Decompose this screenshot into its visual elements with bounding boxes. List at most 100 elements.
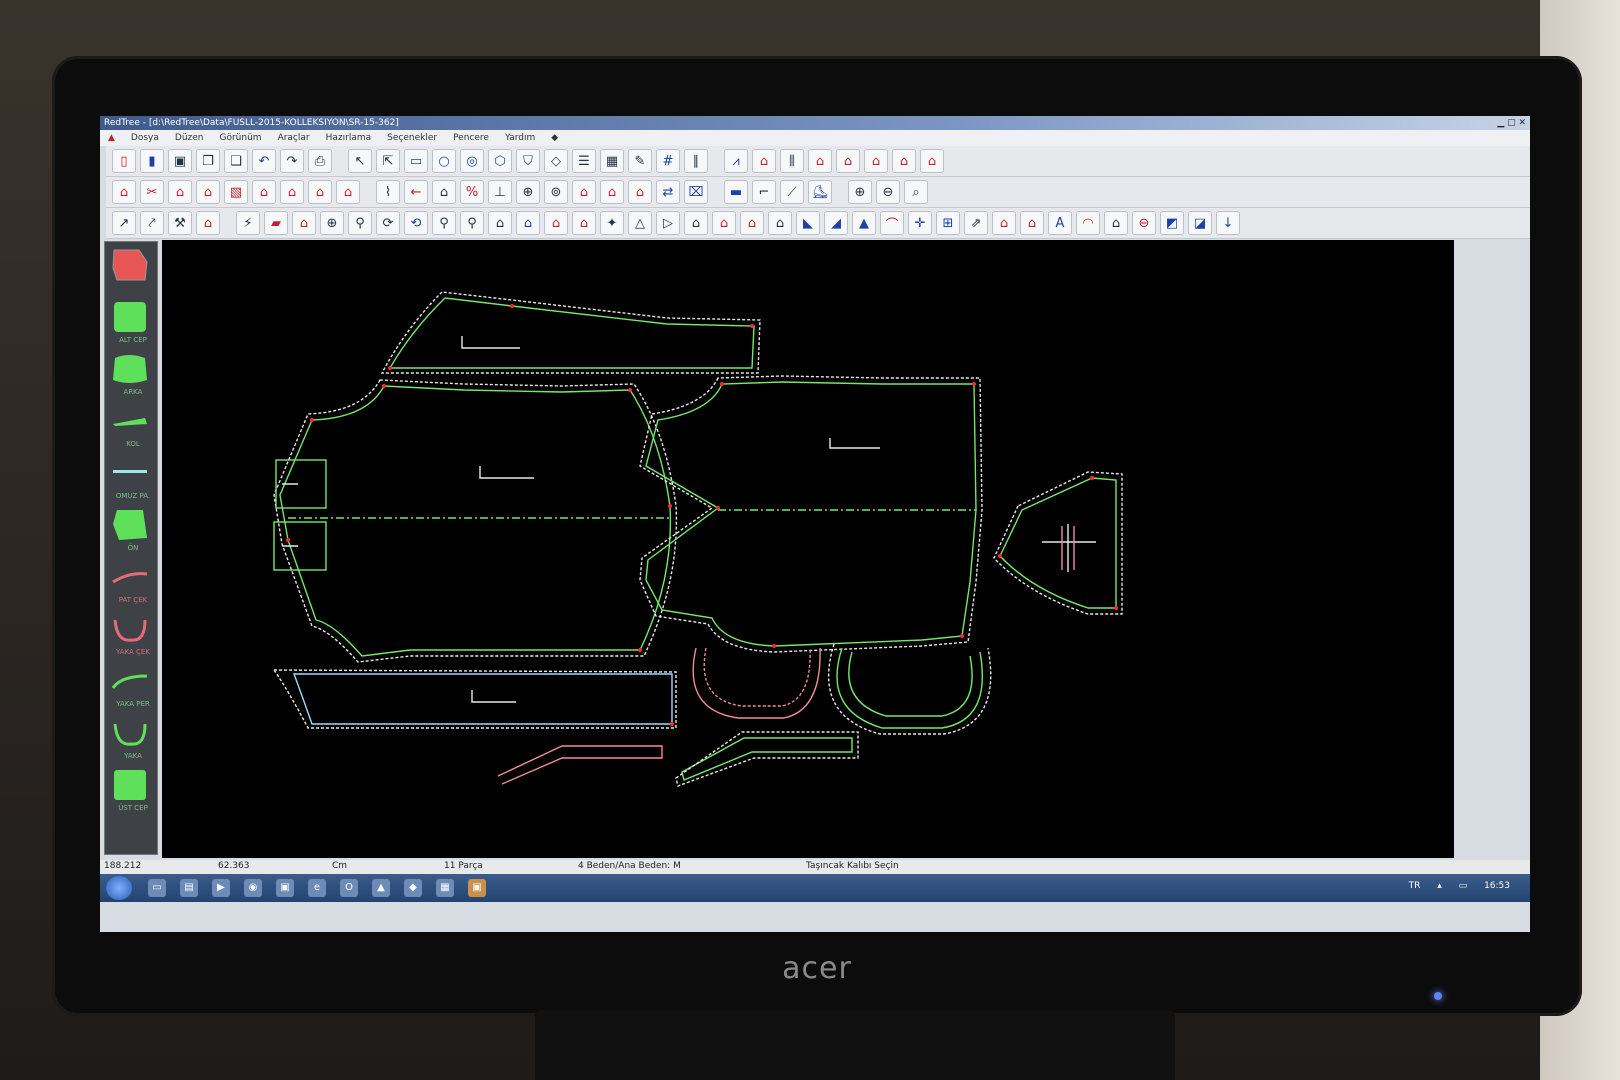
- pleat-icon[interactable]: ⫼: [780, 149, 804, 173]
- taskbar-cad-icon[interactable]: ◆: [404, 879, 422, 897]
- start-button[interactable]: [106, 876, 132, 900]
- zoom-in-icon[interactable]: ⊕: [848, 180, 872, 204]
- corner-icon[interactable]: ⌐: [752, 180, 776, 204]
- search-line-icon[interactable]: ⚲: [460, 211, 484, 235]
- menu-duzen[interactable]: Düzen: [175, 133, 204, 143]
- piece-item-yaka[interactable]: YAKA: [111, 716, 151, 760]
- curve-icon[interactable]: ⌒: [880, 211, 904, 235]
- piece-seam-icon[interactable]: ⌂: [196, 180, 220, 204]
- piece-item-pat-cek[interactable]: PAT ÇEK: [111, 560, 151, 604]
- play-icon[interactable]: ▷: [656, 211, 680, 235]
- move-left-icon[interactable]: ←: [404, 180, 428, 204]
- shirt-split-icon[interactable]: ⌂: [892, 149, 916, 173]
- shirt-add-icon[interactable]: ⌂: [864, 149, 888, 173]
- menu-pencere[interactable]: Pencere: [453, 133, 489, 143]
- tray-clock[interactable]: 16:53: [1484, 881, 1510, 891]
- mirror-icon[interactable]: ⩘: [724, 149, 748, 173]
- shirt-dart-icon[interactable]: ⌂: [740, 211, 764, 235]
- menu-hazirlama[interactable]: Hazırlama: [326, 133, 372, 143]
- shirt-check-icon[interactable]: ⌂: [920, 149, 944, 173]
- delete-piece-icon[interactable]: ⌧: [684, 180, 708, 204]
- export-icon[interactable]: ⇗: [964, 211, 988, 235]
- save-icon[interactable]: ▣: [168, 149, 192, 173]
- taskbar-explorer-icon[interactable]: ▭: [148, 879, 166, 897]
- pattern-piece-on[interactable]: [639, 375, 983, 653]
- pattern-piece-yaka[interactable]: [827, 643, 992, 735]
- circle-minus-icon[interactable]: ⊖: [1132, 211, 1156, 235]
- taskbar-doc-icon[interactable]: ▦: [436, 879, 454, 897]
- shirt-gray-icon[interactable]: ⌂: [768, 211, 792, 235]
- triangle-fill-icon[interactable]: ◣: [796, 211, 820, 235]
- taskbar-opera-icon[interactable]: O: [340, 879, 358, 897]
- piece-item-alt-cep[interactable]: ALT CEP: [111, 300, 151, 344]
- menu-yardim[interactable]: Yardım: [505, 133, 535, 143]
- piece-rotate-3-icon[interactable]: ⟲: [404, 211, 428, 235]
- zoom-fit-icon[interactable]: ⌕: [904, 180, 928, 204]
- pattern-piece-yaka-per[interactable]: [272, 669, 677, 729]
- pyramid-icon[interactable]: ▲: [852, 211, 876, 235]
- taskbar-active-icon[interactable]: ▣: [468, 879, 486, 897]
- piece-align-icon[interactable]: ⌂: [336, 180, 360, 204]
- search-point-icon[interactable]: ⚲: [432, 211, 456, 235]
- shirt-import-icon[interactable]: ⌂: [1020, 211, 1044, 235]
- piece-item-yaka-cek[interactable]: YAKA ÇEK: [111, 612, 151, 656]
- piece-notch-icon[interactable]: ⌂: [252, 180, 276, 204]
- window-controls[interactable]: ▁ ▢ ✕: [1497, 116, 1526, 130]
- magnet-icon[interactable]: ⚲: [348, 211, 372, 235]
- piece-item-omuz-pa[interactable]: OMUZ PA.: [111, 456, 151, 500]
- menu-dosya[interactable]: Dosya: [131, 133, 159, 143]
- slope-2-icon[interactable]: ◪: [1188, 211, 1212, 235]
- move-icon[interactable]: ✛: [908, 211, 932, 235]
- redo-icon[interactable]: ↷: [280, 149, 304, 173]
- hatch-icon[interactable]: ▧: [224, 180, 248, 204]
- undo-icon[interactable]: ↶: [252, 149, 276, 173]
- taskbar-chrome-icon[interactable]: ◉: [244, 879, 262, 897]
- print-icon[interactable]: ⎙: [308, 149, 332, 173]
- pattern-piece-omuz-pa[interactable]: [675, 731, 859, 787]
- text-icon[interactable]: A: [1048, 211, 1072, 235]
- pattern-piece-yaka-cek[interactable]: [692, 647, 821, 719]
- arc-icon[interactable]: ◠: [1076, 211, 1100, 235]
- shirt-eraser-icon[interactable]: ⌂: [292, 211, 316, 235]
- grid-icon[interactable]: #: [656, 149, 680, 173]
- table-icon[interactable]: ▦: [600, 149, 624, 173]
- shirt-line-icon[interactable]: ⌂: [600, 180, 624, 204]
- sparkle-icon[interactable]: ✦: [600, 211, 624, 235]
- taskbar-ie-icon[interactable]: e: [308, 879, 326, 897]
- distribute-icon[interactable]: ⊥: [488, 180, 512, 204]
- pattern-piece-ust-cep[interactable]: [993, 471, 1123, 615]
- select-arrow-icon[interactable]: ↖: [348, 149, 372, 173]
- wand-icon[interactable]: ⚡: [236, 211, 260, 235]
- eraser-icon[interactable]: ◆: [551, 133, 558, 143]
- swap-icon[interactable]: ⇄: [656, 180, 680, 204]
- shirt-grade-icon[interactable]: ⌂: [836, 149, 860, 173]
- select-point-icon[interactable]: ⇱: [376, 149, 400, 173]
- pattern-piece-pat-cek[interactable]: [497, 745, 663, 785]
- piece-item-yaka-per[interactable]: YAKA PER: [111, 664, 151, 708]
- plotter-icon[interactable]: ▬: [724, 180, 748, 204]
- shirt-icon[interactable]: ⌂: [752, 149, 776, 173]
- circle-icon[interactable]: ○: [432, 149, 456, 173]
- piece-cut-icon[interactable]: ✂: [140, 180, 164, 204]
- slope-icon[interactable]: ◩: [1160, 211, 1184, 235]
- piece-split-icon[interactable]: ⌂: [488, 211, 512, 235]
- piece-lock-icon[interactable]: ⌂: [544, 211, 568, 235]
- piece-fold-icon[interactable]: ⌂: [168, 180, 192, 204]
- pattern-piece-arka[interactable]: [273, 379, 678, 663]
- piece-lines-icon[interactable]: ⌂: [684, 211, 708, 235]
- rectangle-icon[interactable]: ▭: [404, 149, 428, 173]
- shirt-export-icon[interactable]: ⌂: [992, 211, 1016, 235]
- target-icon[interactable]: ⊚: [544, 180, 568, 204]
- shirt-tool-icon[interactable]: ⌂: [196, 211, 220, 235]
- menu-secenekler[interactable]: Seçenekler: [387, 133, 437, 143]
- center-icon[interactable]: ⊕: [516, 180, 540, 204]
- piece-rotate-icon[interactable]: ⌂: [280, 180, 304, 204]
- taskbar-redtree-icon[interactable]: ▲: [372, 879, 390, 897]
- ruler-icon[interactable]: ⟋: [780, 180, 804, 204]
- taskbar-media-icon[interactable]: ▶: [212, 879, 230, 897]
- shirt-arc-icon[interactable]: ⌂: [1104, 211, 1128, 235]
- pen-icon[interactable]: ✎: [628, 149, 652, 173]
- piece-item-arka[interactable]: ARKA: [111, 352, 151, 396]
- hexagon-icon[interactable]: ⬡: [488, 149, 512, 173]
- new-file-icon[interactable]: ▯: [112, 149, 136, 173]
